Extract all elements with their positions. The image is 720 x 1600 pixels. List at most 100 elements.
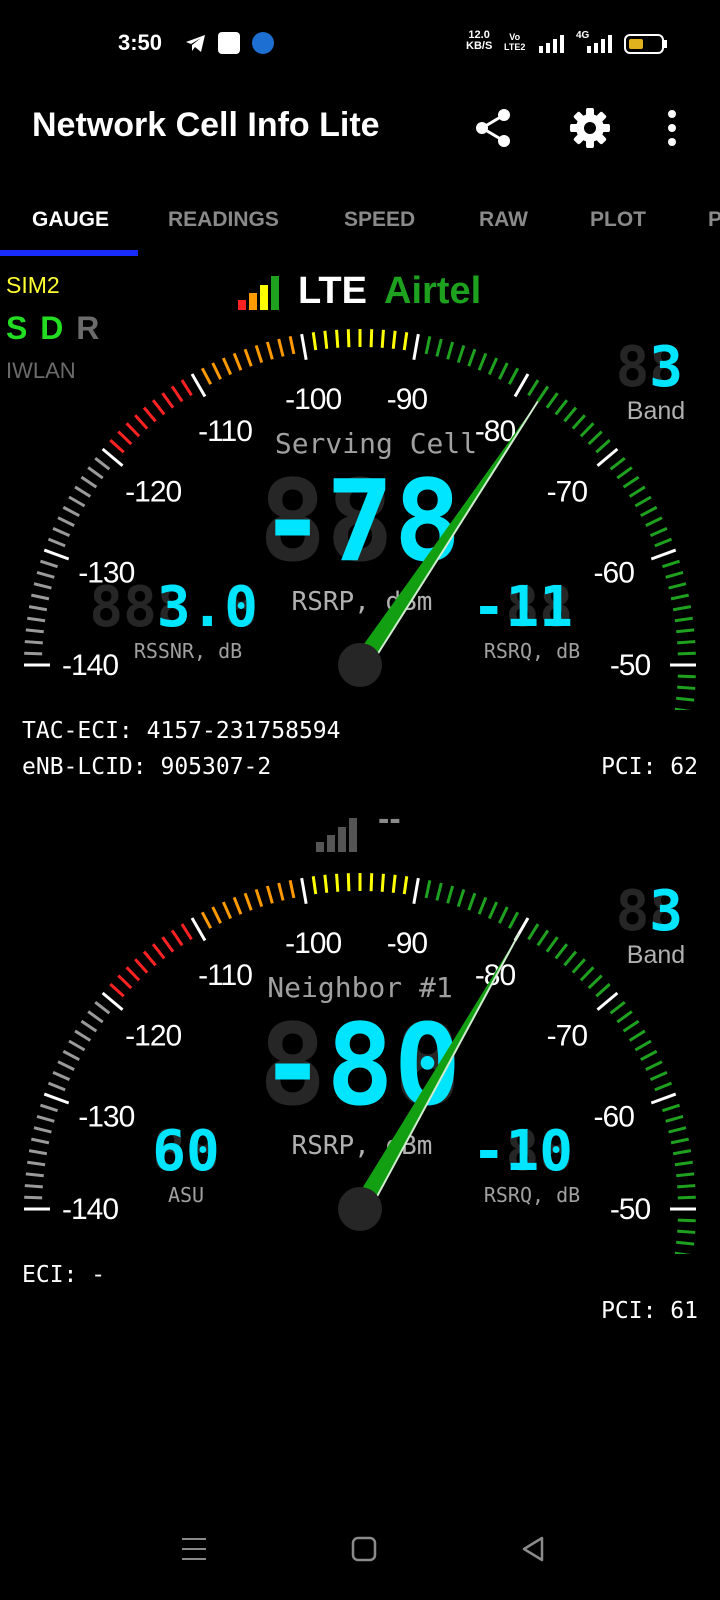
- gauge-tick: [47, 537, 66, 548]
- gauge-tick: [134, 414, 149, 430]
- gauge-tick: [571, 414, 586, 430]
- recents-icon[interactable]: [180, 1535, 208, 1563]
- gauge-tick: [27, 1160, 46, 1167]
- gauge-scale-label: -90: [387, 927, 428, 960]
- gauge-tick: [676, 628, 695, 634]
- rsrp-value: -80: [259, 1001, 461, 1131]
- gauge-tick: [676, 1240, 695, 1246]
- back-icon[interactable]: [520, 1535, 548, 1563]
- gauge-tick: [527, 923, 540, 941]
- gauge-tick: [311, 876, 318, 895]
- gauge-tick: [323, 874, 329, 893]
- gauge-tick: [677, 1218, 696, 1223]
- settings-gear-icon[interactable]: [570, 108, 610, 148]
- tab-speed[interactable]: SPEED: [344, 208, 415, 232]
- gauge-tick: [24, 640, 43, 645]
- gauge-major-tick: [43, 548, 70, 561]
- gauge-tick: [402, 876, 409, 895]
- gauge-tick: [645, 1060, 663, 1071]
- rsrq-value: -10: [472, 1119, 573, 1184]
- gauge-tick: [634, 1039, 652, 1052]
- gauge-major-tick: [513, 373, 530, 398]
- rsrq-label: RSRQ, dB: [484, 639, 580, 663]
- gauge-tick: [622, 1019, 640, 1033]
- gauge-tick: [554, 943, 569, 960]
- gauge-tick: [57, 1060, 75, 1071]
- band-value: 3: [649, 335, 683, 400]
- gauge-tick: [36, 570, 55, 579]
- home-icon[interactable]: [350, 1535, 378, 1563]
- rssnr-value: 3.0: [157, 575, 258, 640]
- gauge-scale-label: -60: [594, 557, 635, 590]
- app-notification-icon: [218, 32, 240, 54]
- tab-readings[interactable]: READINGS: [168, 208, 279, 232]
- gauge-major-tick: [412, 333, 420, 360]
- b-app-icon: [252, 32, 274, 54]
- gauge-tick: [323, 330, 329, 349]
- gauge-tick: [554, 399, 569, 416]
- gauge-tick: [232, 352, 243, 371]
- asu-display: 88 60: [152, 1119, 219, 1184]
- tab-gauge[interactable]: GAUGE: [32, 208, 109, 232]
- gauge-tick: [25, 1172, 44, 1178]
- more-vert-icon[interactable]: [666, 108, 678, 148]
- gauge-tick: [25, 628, 44, 634]
- gauge-tick: [380, 873, 385, 892]
- rsrq-display: -88 -10: [472, 1119, 573, 1184]
- band-label: Band: [627, 941, 685, 969]
- gauge-tick: [487, 357, 499, 376]
- gauge-tick: [265, 885, 274, 904]
- gauge-scale-label: -50: [610, 649, 651, 682]
- enb-lcid: eNB-LCID: 905307-2: [22, 754, 272, 780]
- gauge-tick: [68, 495, 86, 508]
- gauge-tick: [670, 1137, 689, 1145]
- tab-raw[interactable]: RAW: [479, 208, 528, 232]
- gauge-tick: [595, 983, 611, 998]
- neighbor-gauge: -140 -130 -120 -110 -100 -90 -80 -70 -60 -50 Neig…: [24, 873, 696, 1254]
- serving-network-type: LTE: [298, 270, 367, 312]
- gauge-tick: [94, 456, 111, 471]
- gauge-tick: [672, 605, 692, 612]
- neighbor-eci: ECI: -: [22, 1262, 106, 1288]
- gauge-tick: [587, 974, 603, 990]
- gauge-scale-label: -130: [78, 1101, 134, 1134]
- tab-more[interactable]: P: [708, 208, 720, 232]
- gauge-tick: [640, 1049, 658, 1062]
- gauge-tick: [668, 1126, 687, 1134]
- gauge-tick: [24, 1195, 43, 1200]
- gauge-major-tick: [596, 991, 619, 1011]
- gauge-scale-label: -60: [594, 1101, 635, 1134]
- band-display: 88 3: [616, 879, 683, 944]
- gauge-tick: [311, 332, 318, 351]
- volte-indicator: Vo LTE2: [504, 32, 526, 52]
- tab-plot[interactable]: PLOT: [590, 208, 646, 232]
- gauge-tick: [27, 616, 46, 623]
- band-value: 3: [649, 879, 683, 944]
- gauge-tick: [211, 906, 222, 924]
- gauge-tick: [609, 456, 626, 471]
- needle-hub: [338, 1187, 382, 1231]
- gauge-major-tick: [596, 447, 619, 467]
- gauge-tick: [142, 950, 157, 967]
- share-icon[interactable]: [474, 108, 514, 148]
- gauge-tick: [28, 605, 48, 612]
- gauge-tick: [649, 526, 668, 538]
- gauge-tick: [277, 882, 285, 901]
- gauge-tick: [628, 485, 646, 498]
- gauge-tick: [674, 707, 691, 710]
- gauge-tick: [677, 640, 696, 645]
- rssnr-display: 888.8 3.0: [89, 575, 258, 640]
- gauge-tick: [28, 1149, 48, 1156]
- gauge-tick: [676, 1172, 695, 1178]
- gauge-tick: [507, 367, 520, 385]
- gauge-tick: [391, 874, 397, 893]
- asu-value: 60: [152, 1119, 219, 1184]
- rsrp-label: RSRP, dBm: [292, 1131, 433, 1161]
- gauge-tick: [595, 439, 611, 454]
- gauge-tick: [527, 379, 540, 397]
- gauge-tick: [151, 399, 166, 416]
- gauge-tick: [254, 888, 264, 908]
- gauge-tick: [424, 880, 432, 899]
- gauge-tick: [57, 516, 75, 527]
- gauge-tick: [288, 336, 296, 355]
